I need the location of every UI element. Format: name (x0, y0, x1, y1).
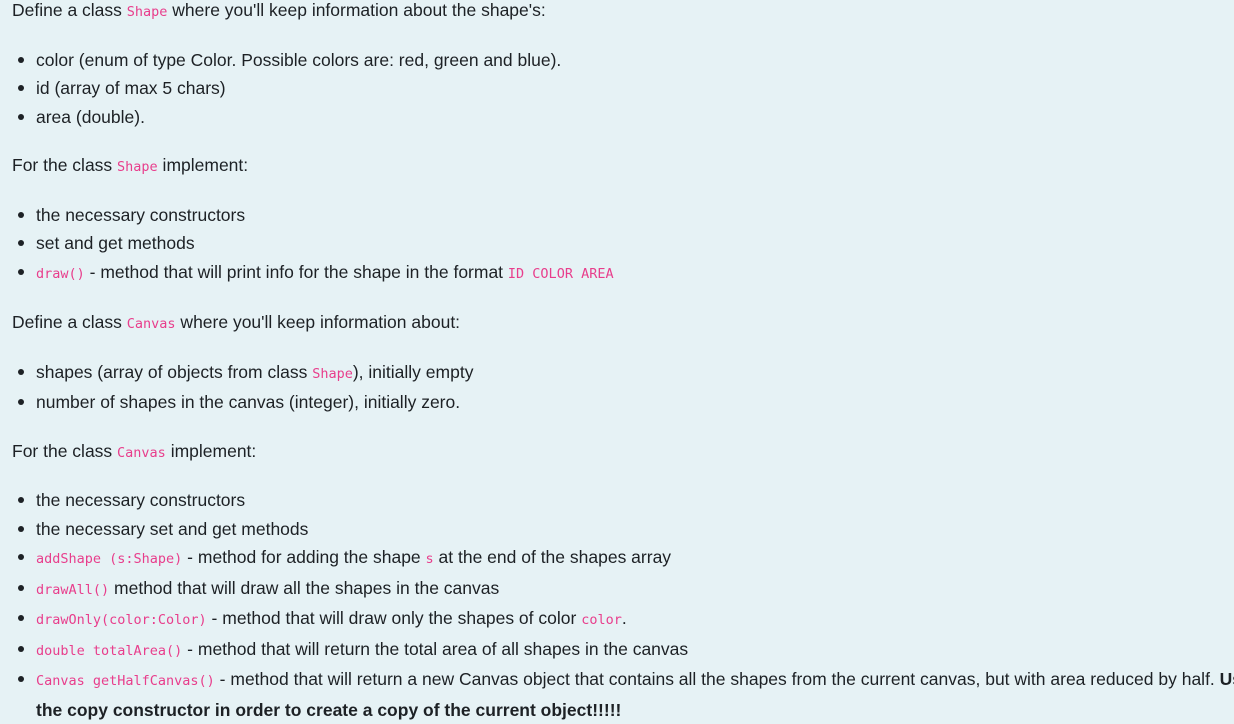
shape-fields-list: color (enum of type Color. Possible colo… (12, 46, 1234, 132)
class-name-code: Shape (312, 365, 353, 382)
method-description: - method that will return a new Canvas o… (214, 669, 1220, 689)
intro-text-end: implement: (157, 155, 249, 175)
intro-text-end: where you'll keep information about the … (167, 0, 546, 20)
class-name-code: Canvas (117, 444, 166, 461)
list-item-draw-all: drawAll() method that will draw all the … (18, 574, 1234, 605)
method-description: - method that will print info for the sh… (84, 261, 508, 282)
list-item-half-canvas: Canvas getHalfCanvas() - method that wil… (18, 665, 1234, 724)
shape-class-intro: Define a class Shape where you'll keep i… (12, 0, 1234, 27)
list-item-draw-only: drawOnly(color:Color) - method that will… (18, 604, 1234, 635)
list-item: set and get methods (18, 229, 1234, 258)
intro-text: For the class (12, 155, 118, 175)
intro-text: Define a class (12, 0, 127, 20)
method-code: double totalArea() (36, 642, 183, 659)
method-description-end: . (621, 608, 627, 628)
canvas-fields-list: shapes (array of objects from class Shap… (12, 358, 1234, 417)
canvas-implement-intro: For the class Canvas implement: (12, 437, 1234, 468)
intro-text: Define a class (12, 312, 127, 332)
list-item: id (array of max 5 chars) (18, 74, 1234, 103)
class-name-code: Canvas (126, 316, 176, 332)
method-code: drawOnly(color:Color) (36, 612, 207, 628)
param-code: color (581, 612, 622, 628)
list-item-shapes: shapes (array of objects from class Shap… (18, 358, 1234, 389)
list-item: the necessary set and get methods (18, 515, 1234, 544)
method-description: - method that will return the total area… (182, 638, 689, 659)
method-description: - method that will draw only the shapes … (206, 608, 582, 628)
assignment-description: Define a class Shape where you'll keep i… (0, 0, 1234, 724)
format-code: ID COLOR AREA (507, 265, 614, 282)
intro-text-end: where you'll keep information about: (175, 312, 461, 332)
list-item-draw: draw() - method that will print info for… (18, 258, 1234, 289)
list-item-total-area: double totalArea() - method that will re… (18, 635, 1234, 666)
list-item: the necessary constructors (18, 486, 1234, 515)
method-code: addShape (s:Shape) (36, 551, 183, 567)
canvas-class-intro: Define a class Canvas where you'll keep … (12, 308, 1234, 339)
shape-methods-list: the necessary constructors set and get m… (12, 201, 1234, 289)
intro-text: For the class (12, 440, 118, 461)
method-description: - method for adding the shape (182, 547, 426, 567)
method-code: Canvas getHalfCanvas() (36, 673, 215, 689)
param-code: s (425, 551, 434, 567)
list-item-add-shape: addShape (s:Shape) - method for adding t… (18, 543, 1234, 574)
intro-text-end: implement: (165, 440, 257, 461)
canvas-methods-list: the necessary constructors the necessary… (12, 486, 1234, 724)
list-item: number of shapes in the canvas (integer)… (18, 388, 1234, 417)
method-description: method that will draw all the shapes in … (109, 577, 500, 598)
method-description-end: at the end of the shapes array (433, 547, 672, 567)
method-code: draw() (36, 265, 85, 282)
class-name-code: Shape (117, 159, 158, 175)
list-item: color (enum of type Color. Possible colo… (18, 46, 1234, 75)
item-text: shapes (array of objects from class (36, 361, 313, 382)
shape-implement-intro: For the class Shape implement: (12, 151, 1234, 182)
item-text-end: ), initially empty (352, 361, 474, 382)
list-item: area (double). (18, 103, 1234, 132)
class-name-code: Shape (126, 4, 168, 20)
method-code: drawAll() (36, 581, 110, 598)
list-item: the necessary constructors (18, 201, 1234, 230)
